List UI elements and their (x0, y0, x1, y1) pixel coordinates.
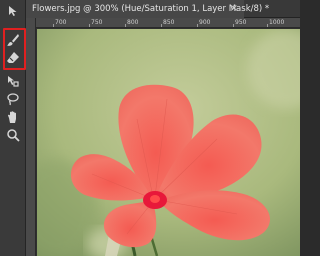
flower-photo (37, 29, 300, 256)
ruler-label: 800 (127, 19, 139, 26)
ruler-label: 850 (163, 19, 175, 26)
document-tab[interactable]: Flowers.jpg @ 300% (Hue/Saturation 1, La… (26, 0, 269, 18)
hand-tool-icon[interactable] (4, 108, 22, 126)
ruler-label: 750 (91, 19, 103, 26)
move-tool-icon[interactable] (4, 2, 22, 20)
photoshop-window: Flowers.jpg @ 300% (Hue/Saturation 1, La… (0, 0, 300, 256)
ruler-label: 900 (199, 19, 211, 26)
vertical-ruler[interactable] (26, 18, 36, 256)
close-icon[interactable]: × (230, 0, 238, 18)
zoom-tool-icon[interactable] (4, 126, 22, 144)
brush-tool-icon[interactable] (4, 31, 22, 49)
transform-tool-icon[interactable] (4, 72, 22, 90)
image-canvas[interactable] (37, 29, 300, 256)
ruler-label: 950 (235, 19, 247, 26)
document-tab-bar: Flowers.jpg @ 300% (Hue/Saturation 1, La… (26, 0, 300, 18)
ruler-label: 700 (55, 19, 67, 26)
ruler-label: 1000 (269, 19, 285, 26)
tools-panel (0, 0, 26, 256)
lasso-tool-icon[interactable] (4, 90, 22, 108)
horizontal-ruler[interactable]: 700 750 800 850 900 950 1000 (36, 18, 300, 28)
eraser-tool-icon[interactable] (4, 48, 22, 66)
